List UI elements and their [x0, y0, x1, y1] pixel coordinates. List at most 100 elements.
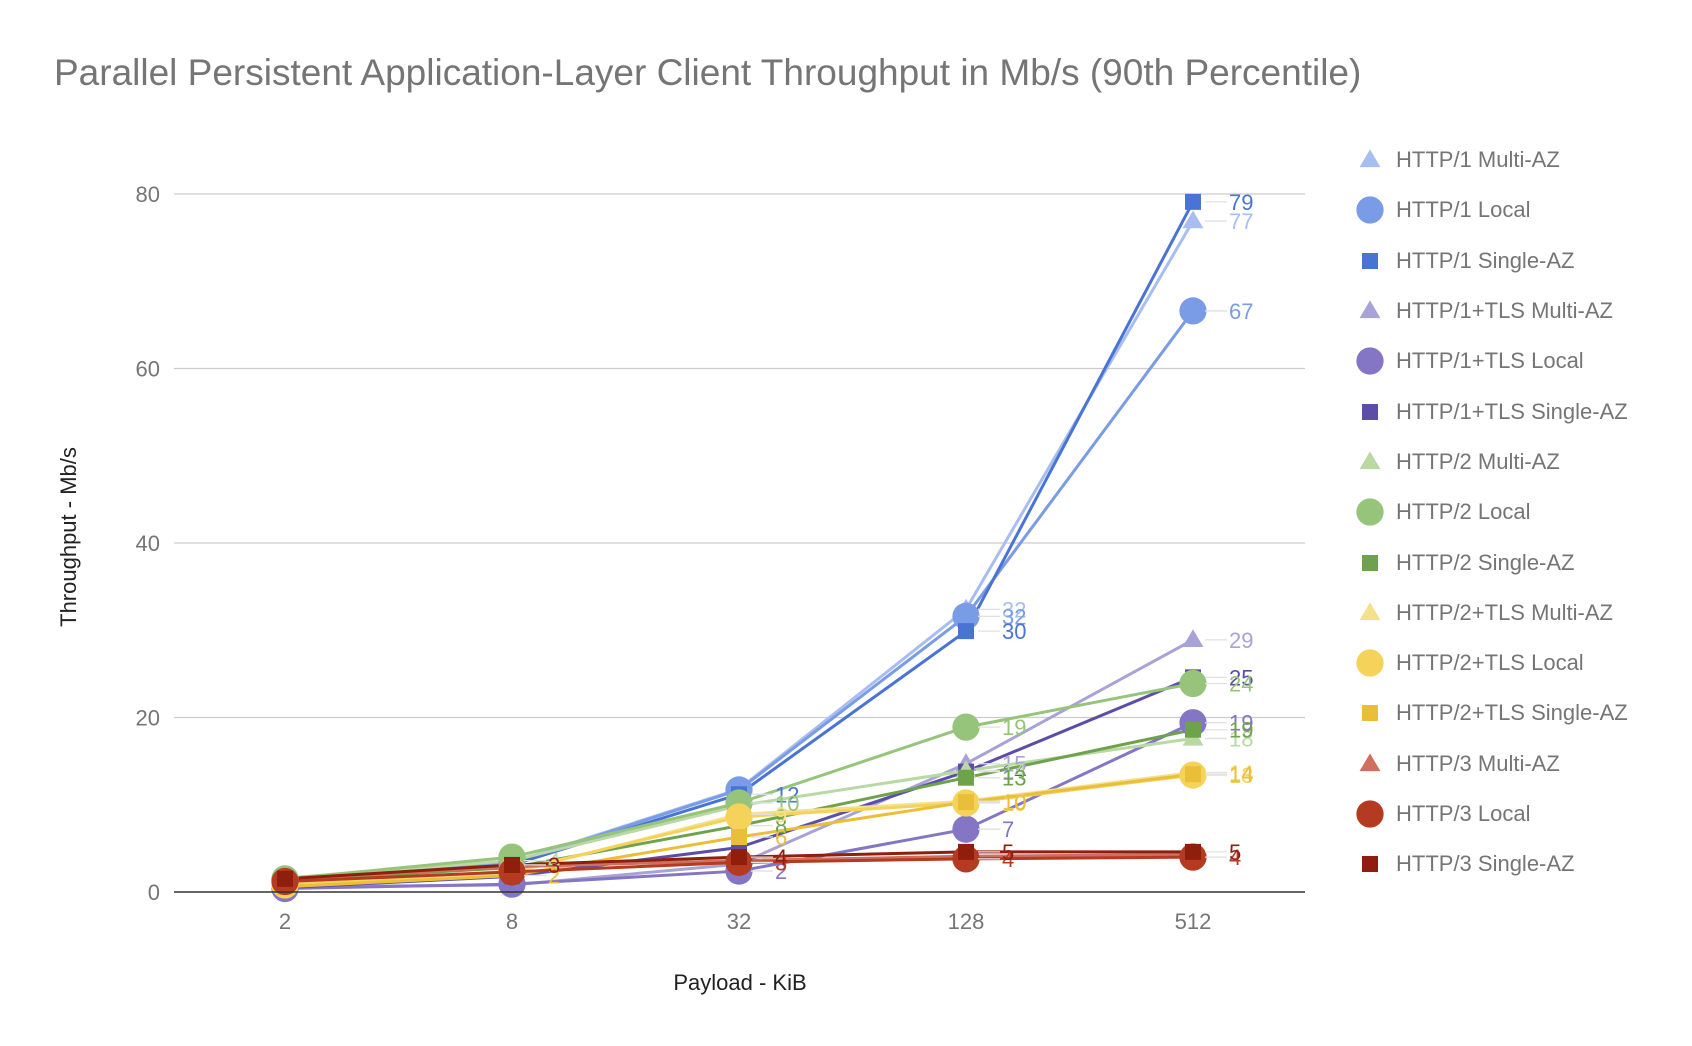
legend-item: HTTP/3 Local — [1350, 789, 1628, 839]
legend-marker-icon — [1359, 300, 1381, 319]
legend-item: HTTP/3 Multi-AZ — [1350, 739, 1628, 789]
x-tick-label: 32 — [727, 909, 751, 934]
legend-marker — [1359, 451, 1381, 470]
legend-marker — [1362, 705, 1378, 722]
data-label: 7 — [1002, 817, 1014, 842]
data-label: 5 — [1229, 840, 1241, 865]
data-label: 67 — [1229, 299, 1253, 324]
legend-label: HTTP/2+TLS Multi-AZ — [1396, 599, 1613, 625]
legend-label: HTTP/1 Single-AZ — [1396, 247, 1575, 273]
legend-marker — [1356, 649, 1384, 677]
legend-item: HTTP/2+TLS Local — [1350, 638, 1628, 688]
legend-marker-icon — [1362, 705, 1378, 722]
legend-item: HTTP/2+TLS Single-AZ — [1350, 688, 1628, 738]
data-point — [731, 849, 747, 866]
data-label: 13 — [1002, 766, 1026, 791]
legend-item: HTTP/1+TLS Multi-AZ — [1350, 286, 1628, 336]
x-tick-label: 512 — [1175, 909, 1212, 934]
legend-marker-icon — [1359, 451, 1381, 470]
legend-marker — [1362, 252, 1378, 269]
legend-marker-icon — [1356, 498, 1384, 526]
legend-marker — [1356, 800, 1384, 828]
legend-label: HTTP/2+TLS Single-AZ — [1396, 700, 1628, 726]
data-label: 79 — [1229, 190, 1253, 215]
legend-label: HTTP/3 Single-AZ — [1396, 851, 1575, 877]
legend-marker-icon — [1359, 602, 1381, 620]
legend-marker — [1359, 602, 1381, 620]
legend-item: HTTP/1+TLS Local — [1350, 336, 1628, 386]
legend-item: HTTP/2 Local — [1350, 487, 1628, 537]
legend-label: HTTP/3 Local — [1396, 801, 1531, 826]
y-tick-label: 40 — [136, 531, 160, 556]
data-point — [725, 803, 753, 831]
data-label: 30 — [1002, 619, 1026, 644]
legend-marker — [1362, 403, 1378, 420]
data-label: 29 — [1229, 628, 1253, 653]
y-tick-label: 80 — [136, 182, 160, 207]
series-markers — [271, 193, 1207, 903]
data-point — [1182, 629, 1204, 648]
data-point — [958, 794, 974, 811]
legend-item: HTTP/1+TLS Single-AZ — [1350, 386, 1628, 436]
data-point — [952, 713, 980, 741]
legend-item: HTTP/2 Multi-AZ — [1350, 437, 1628, 487]
data-label: 10 — [1002, 790, 1026, 815]
legend-item: HTTP/3 Single-AZ — [1350, 839, 1628, 889]
gridlines — [174, 193, 1305, 719]
x-tick-label: 8 — [506, 909, 518, 934]
legend-label: HTTP/3 Multi-AZ — [1396, 750, 1560, 776]
x-axis-label: Payload - KiB — [673, 970, 806, 995]
data-point — [1185, 766, 1201, 783]
data-point — [958, 769, 974, 786]
data-point — [1185, 193, 1201, 210]
legend-marker — [1359, 300, 1381, 319]
data-label: 5 — [1002, 840, 1014, 865]
legend-label: HTTP/2+TLS Local — [1396, 650, 1584, 676]
x-tick-label: 128 — [948, 909, 985, 934]
legend-label: HTTP/2 Single-AZ — [1396, 549, 1575, 575]
data-point — [958, 843, 974, 860]
legend-marker — [1356, 196, 1384, 225]
y-axis-label: Throughput - Mb/s — [56, 447, 81, 627]
legend-marker-icon — [1362, 856, 1378, 873]
legend-label: HTTP/2 Local — [1396, 499, 1531, 525]
legend-marker-icon — [1356, 196, 1384, 225]
legend-label: HTTP/1+TLS Local — [1396, 348, 1584, 374]
data-point — [1185, 843, 1201, 860]
legend-item: HTTP/1 Local — [1350, 185, 1628, 235]
legend-marker-icon — [1359, 753, 1381, 771]
x-tick-label: 2 — [279, 909, 291, 934]
data-label: 9 — [775, 802, 787, 827]
data-label: 24 — [1229, 671, 1253, 696]
data-point — [1179, 669, 1207, 698]
legend: HTTP/1 Multi-AZ HTTP/1 Local HTTP/1 Single… — [1350, 135, 1628, 889]
legend-marker-icon — [1356, 649, 1384, 677]
data-point — [504, 856, 520, 873]
legend-marker-icon — [1359, 149, 1381, 168]
data-point — [958, 623, 974, 640]
y-tick-label: 60 — [136, 357, 160, 382]
legend-marker-icon — [1362, 554, 1378, 571]
data-label: 3 — [548, 853, 560, 878]
data-label: 14 — [1229, 762, 1253, 787]
legend-marker — [1359, 753, 1381, 771]
legend-marker — [1362, 856, 1378, 873]
legend-label: HTTP/1+TLS Single-AZ — [1396, 398, 1628, 424]
data-label: 19 — [1002, 715, 1026, 740]
data-point — [1179, 297, 1207, 325]
legend-marker-icon — [1356, 347, 1384, 375]
data-label: 19 — [1229, 718, 1253, 743]
y-tick-label: 0 — [148, 880, 160, 905]
legend-marker-icon — [1356, 800, 1384, 828]
y-tick-label: 20 — [136, 706, 160, 731]
legend-item: HTTP/2 Single-AZ — [1350, 537, 1628, 587]
legend-label: HTTP/1+TLS Multi-AZ — [1396, 298, 1613, 324]
data-point — [1185, 721, 1201, 738]
legend-marker-icon — [1362, 252, 1378, 269]
legend-marker — [1362, 554, 1378, 571]
legend-item: HTTP/2+TLS Multi-AZ — [1350, 588, 1628, 638]
data-point — [952, 815, 980, 843]
legend-item: HTTP/1 Single-AZ — [1350, 236, 1628, 286]
legend-label: HTTP/1 Local — [1396, 197, 1531, 223]
legend-label: HTTP/2 Multi-AZ — [1396, 448, 1560, 474]
